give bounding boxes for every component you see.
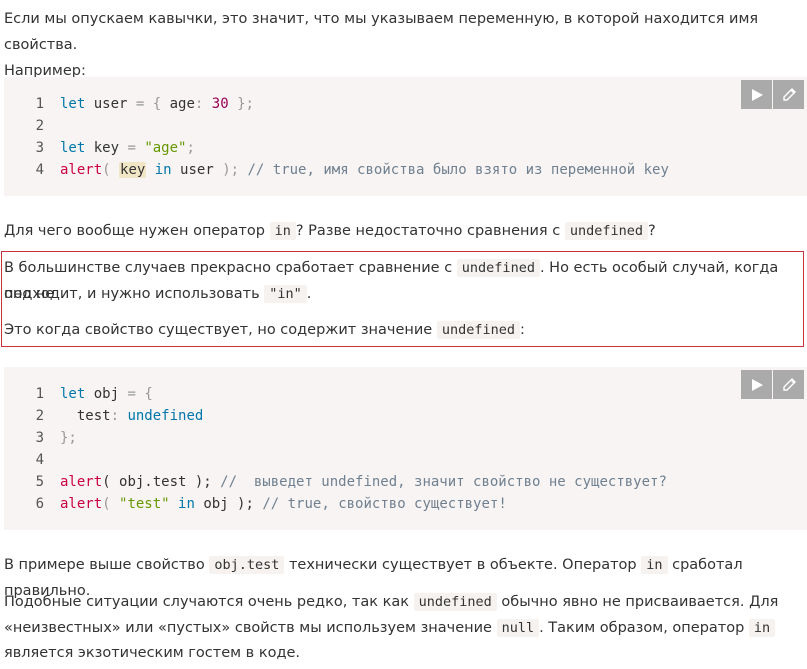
question-paragraph: Для чего вообще нужен оператор in? Разве…: [4, 222, 656, 240]
run-button[interactable]: [741, 80, 772, 109]
code-line: alert( key in user ); // true, имя свойс…: [60, 162, 669, 178]
inline-code: null: [496, 619, 540, 637]
intro-line-1: Если мы опускаем кавычки, это значит, чт…: [4, 11, 759, 53]
line-number: 3: [35, 140, 44, 156]
inline-code: "in": [264, 285, 307, 303]
edit-icon: [782, 377, 796, 391]
inline-code: in: [269, 222, 296, 240]
inline-code: undefined: [413, 593, 497, 611]
note-line-2: подходит, и нужно использовать "in".: [4, 285, 312, 303]
code-line: test: undefined: [60, 408, 204, 424]
run-button[interactable]: [741, 370, 772, 399]
edit-icon: [782, 87, 796, 101]
line-number: 1: [35, 96, 44, 112]
code-line: alert( obj.test ); // выведет undefined,…: [60, 474, 667, 490]
line-number: 1: [35, 386, 44, 402]
code-line: let user = { age: 30 };: [60, 96, 254, 112]
line-number: 4: [35, 162, 44, 178]
conclusion-line-1: Подобные ситуации случаются очень редко,…: [4, 593, 779, 611]
code-block-2-toolbar: [741, 370, 804, 399]
conclusion-line-2: «неизвестных» или «пустых» свойств мы ис…: [4, 615, 803, 641]
line-number: 5: [35, 474, 44, 490]
line-number: 4: [35, 452, 44, 468]
code-line: let obj = {: [60, 386, 153, 402]
inline-code: undefined: [456, 259, 540, 277]
line-number: 2: [35, 408, 44, 424]
line-number: 2: [35, 118, 44, 134]
code-block-1: 1 2 3 4 let user = { age: 30 }; let key …: [4, 77, 807, 196]
inline-code: undefined: [436, 321, 520, 339]
run-icon: [751, 378, 763, 391]
edit-button[interactable]: [773, 80, 804, 109]
code-block-1-toolbar: [741, 80, 804, 109]
code-block-2: 1 2 3 4 5 6 let obj = { test: undefined …: [4, 367, 807, 530]
line-number: 3: [35, 430, 44, 446]
intro-paragraph: Если мы опускаем кавычки, это значит, чт…: [4, 6, 803, 84]
inline-code: in: [748, 619, 776, 637]
code-line: alert( "test" in obj ); // true, свойств…: [60, 496, 507, 512]
inline-code: obj.test: [209, 556, 285, 574]
inline-code: in: [641, 556, 668, 574]
line-number: 6: [35, 496, 44, 512]
note-line-3: Это когда свойство существует, но содерж…: [4, 321, 525, 339]
inline-code: undefined: [564, 222, 648, 240]
code-line: };: [60, 430, 77, 446]
edit-button[interactable]: [773, 370, 804, 399]
run-icon: [751, 88, 763, 101]
code-line: let key = "age";: [60, 140, 195, 156]
conclusion-line-3: является экзотическим гостем в коде.: [4, 645, 301, 661]
